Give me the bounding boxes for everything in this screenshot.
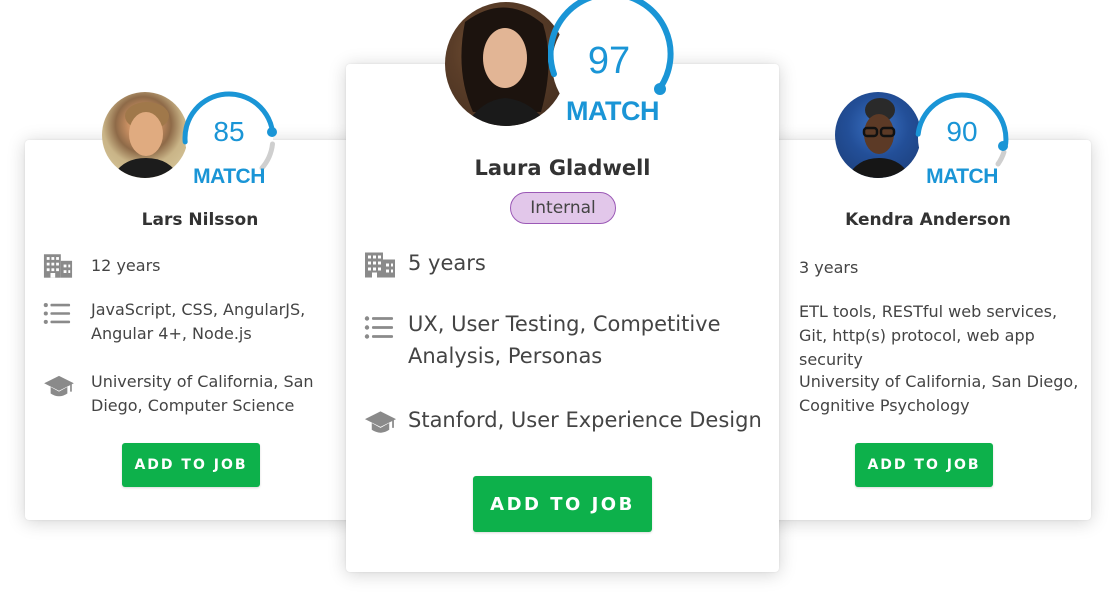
candidate-card-lars: Lars Nilsson 12 years JavaScript, CSS, A… [25,140,375,520]
add-to-job-button[interactable]: ADD TO JOB [855,443,993,487]
education-row: Stanford, User Experience Design [364,405,778,437]
candidate-card-kendra: Kendra Anderson 3 years ETL tools, RESTf… [741,140,1091,520]
experience-text: 12 years [91,256,161,275]
match-badge-lars: 85 MATCH [100,88,280,190]
building-icon [364,250,396,279]
skills-text: JavaScript, CSS, AngularJS, Angular 4+, … [91,300,306,343]
match-label: MATCH [566,96,659,126]
add-to-job-button[interactable]: ADD TO JOB [122,443,260,487]
experience-row: 3 years [799,256,1084,280]
candidate-card-laura: Laura Gladwell Internal 5 years UX, User… [346,64,779,572]
match-label: MATCH [926,165,998,188]
skills-text: UX, User Testing, Competitive Analysis, … [408,312,721,368]
education-row: University of California, San Diego, Cog… [799,370,1084,418]
education-text: University of California, San Diego, Cog… [799,372,1079,415]
experience-text: 5 years [408,251,486,275]
experience-text: 3 years [799,258,859,277]
education-text: University of California, San Diego, Com… [91,372,314,415]
experience-row: 5 years [364,248,768,280]
avatar [835,92,921,178]
list-icon [364,315,394,340]
match-score: 90 [946,116,978,147]
building-icon [43,252,73,279]
experience-row: 12 years [43,252,361,279]
match-score: 85 [213,116,245,147]
match-badge-kendra: 90 MATCH [833,88,1013,190]
candidate-name: Laura Gladwell [474,156,651,180]
graduation-cap-icon [364,409,397,437]
skills-row: JavaScript, CSS, AngularJS, Angular 4+, … [43,298,356,346]
add-to-job-button[interactable]: ADD TO JOB [473,476,652,532]
match-score: 97 [587,40,631,82]
match-badge-laura: 97 MATCH [444,0,680,130]
candidate-name: Lars Nilsson [141,210,259,230]
candidate-name: Kendra Anderson [845,210,1011,230]
education-row: University of California, San Diego, Com… [43,370,361,418]
graduation-cap-icon [43,374,75,400]
skills-row: UX, User Testing, Competitive Analysis, … [364,309,748,372]
education-text: Stanford, User Experience Design [408,408,762,432]
skills-row: ETL tools, RESTful web services, Git, ht… [799,300,1084,372]
avatar [102,92,188,178]
internal-tag: Internal [510,192,616,224]
skills-text: ETL tools, RESTful web services, Git, ht… [799,302,1058,369]
list-icon [43,302,71,325]
match-label: MATCH [193,165,265,188]
